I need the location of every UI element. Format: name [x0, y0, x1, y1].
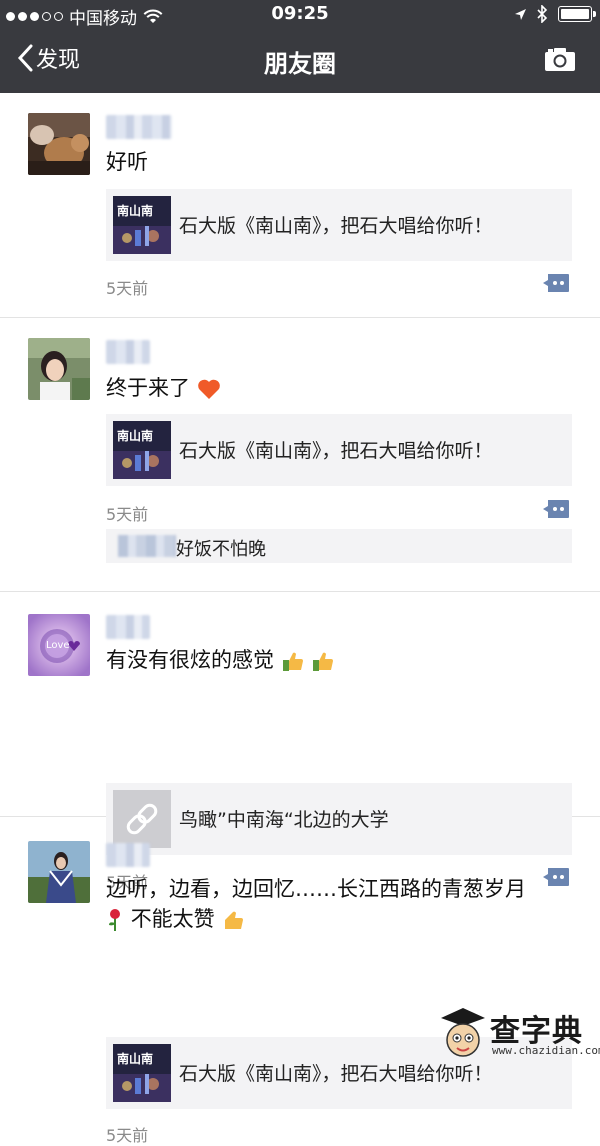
avatar[interactable] — [28, 338, 90, 400]
comment-button[interactable] — [542, 499, 570, 523]
battery-icon — [558, 6, 596, 22]
user-name[interactable] — [106, 615, 150, 639]
thumbs-up-emoji-icon — [313, 652, 334, 671]
moment-post: 好听 南山南 石大版《南山南》，把石大唱给你听！ 5天前 — [0, 93, 600, 318]
post-text: 终于来了 — [106, 373, 576, 403]
shared-link-card[interactable]: 南山南 石大版《南山南》，把石大唱给你听！ — [106, 189, 572, 261]
page-title: 朋友圈 — [264, 50, 336, 78]
post-text-line: 边听，边看，边回忆……长江西路的青葱岁月 — [106, 877, 526, 901]
thumbs-up-emoji-icon — [225, 911, 244, 929]
shared-thumbnail: 南山南 — [113, 196, 171, 254]
moment-post: 终于来了 南山南 石大版《南山南》，把石大唱给你听！ 5天前 好饭不怕晚 — [0, 318, 600, 592]
comment-text: 好饭不怕晚 — [176, 539, 266, 560]
post-time: 5天前 — [106, 279, 149, 298]
status-bar: 中国移动 09:25 — [0, 0, 600, 30]
camera-icon — [545, 48, 575, 71]
post-time: 5天前 — [106, 1126, 149, 1145]
avatar[interactable] — [28, 113, 90, 175]
camera-button[interactable] — [544, 46, 576, 76]
thumb-title: 南山南 — [117, 429, 154, 443]
commenter-name[interactable] — [118, 535, 176, 557]
post-text: 边听，边看，边回忆……长江西路的青葱岁月 不能太赞 — [106, 874, 576, 934]
shared-title: 石大版《南山南》，把石大唱给你听！ — [179, 215, 493, 237]
post-text: 好听 — [106, 150, 148, 174]
location-arrow-icon — [515, 8, 526, 20]
thumb-title: 南山南 — [117, 204, 154, 218]
heart-emoji-icon — [197, 379, 220, 399]
thumb-title: 南山南 — [117, 1052, 154, 1066]
watermark-url: www.chazidian.com — [492, 1044, 600, 1057]
comment-icon — [543, 274, 569, 292]
post-text: 有没有很炫的感觉 — [106, 645, 576, 675]
avatar[interactable] — [28, 841, 90, 903]
user-name[interactable] — [106, 115, 172, 139]
shared-link-card[interactable]: 南山南 石大版《南山南》，把石大唱给你听！ — [106, 414, 572, 486]
mascot-icon — [441, 1008, 485, 1057]
shared-thumbnail: 南山南 — [113, 1044, 171, 1102]
shared-thumbnail: 南山南 — [113, 421, 171, 479]
post-text-line: 不能太赞 — [106, 904, 576, 934]
user-name[interactable] — [106, 843, 150, 867]
comment-icon — [543, 500, 569, 518]
watermark: 查字典 www.chazidian.com — [438, 1004, 600, 1064]
status-time: 09:25 — [271, 3, 329, 24]
thumbs-up-emoji-icon — [282, 652, 303, 671]
moment-post: Love 有没有很炫的感觉 鸟瞰”中南海“北边的大学 5天前 — [0, 592, 600, 892]
post-time: 5天前 — [106, 505, 149, 524]
avatar[interactable]: Love — [28, 614, 90, 676]
comment-button[interactable] — [542, 273, 570, 297]
comment-list: 好饭不怕晚 — [106, 529, 572, 563]
bluetooth-icon — [537, 5, 548, 23]
avatar-text: Love — [46, 640, 70, 651]
rose-emoji-icon — [109, 909, 120, 931]
status-right — [514, 5, 596, 23]
user-name[interactable] — [106, 340, 150, 364]
nav-bar: 发现 朋友圈 — [0, 30, 600, 93]
shared-title: 石大版《南山南》，把石大唱给你听！ — [179, 440, 493, 462]
